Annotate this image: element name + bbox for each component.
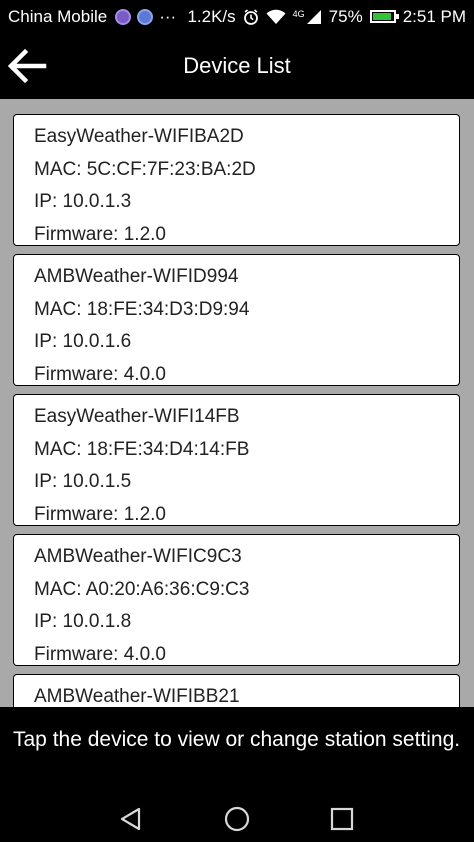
device-mac: MAC: A0:20:A6:36:C9:C3 [34, 578, 250, 600]
device-item[interactable]: AMBWeather-WIFID994 MAC: 18:FE:34:D3:D9:… [13, 254, 460, 386]
device-mac: MAC: 18:FE:34:D3:D9:94 [34, 298, 250, 320]
device-ip: IP: 10.0.1.8 [34, 611, 132, 632]
battery-percent: 75% [328, 6, 363, 26]
network-speed: 1.2K/s [187, 6, 236, 26]
device-name: AMBWeather-WIFID994 [34, 266, 239, 287]
more-notifications-icon: ··· [159, 6, 177, 26]
triangle-back-icon [120, 807, 141, 831]
nav-recents-button[interactable] [328, 805, 356, 833]
device-firmware: Firmware: 1.2.0 [34, 503, 166, 525]
system-nav-bar [0, 794, 474, 842]
square-recents-icon [330, 807, 354, 831]
device-list[interactable]: EasyWeather-WIFIBA2D MAC: 5C:CF:7F:23:BA… [0, 99, 474, 707]
device-item[interactable]: EasyWeather-WIFIBA2D MAC: 5C:CF:7F:23:BA… [13, 114, 460, 246]
network-type-label: 4G [292, 8, 305, 19]
device-name: AMBWeather-WIFIC9C3 [34, 546, 242, 567]
alarm-icon [243, 8, 259, 25]
device-name: EasyWeather-WIFI14FB [34, 406, 240, 427]
device-ip: IP: 10.0.1.5 [34, 471, 132, 492]
nav-back-button[interactable] [117, 805, 145, 833]
device-mac: MAC: 18:FE:34:D4:14:FB [34, 438, 250, 460]
circle-home-icon [224, 806, 250, 832]
device-name: EasyWeather-WIFIBA2D [34, 126, 244, 147]
device-item[interactable]: AMBWeather-WIFIBB21 [13, 674, 460, 707]
carrier-name: China Mobile [8, 6, 108, 26]
device-firmware: Firmware: 4.0.0 [34, 363, 166, 385]
notification-app-icon-2 [137, 8, 154, 25]
device-name: AMBWeather-WIFIBB21 [34, 686, 240, 707]
device-ip: IP: 10.0.1.3 [34, 191, 132, 212]
battery-icon [369, 10, 399, 23]
status-bar: China Mobile ··· 1.2K/s 4G 75% 2:51 PM [0, 0, 474, 33]
device-firmware: Firmware: 1.2.0 [34, 223, 166, 245]
device-item[interactable]: AMBWeather-WIFIC9C3 MAC: A0:20:A6:36:C9:… [13, 534, 460, 666]
notification-app-icon [115, 8, 132, 25]
hint-text: Tap the device to view or change station… [0, 707, 474, 794]
page-title: Device List [183, 53, 291, 78]
device-mac: MAC: 5C:CF:7F:23:BA:2D [34, 158, 256, 180]
device-ip: IP: 10.0.1.6 [34, 331, 132, 352]
nav-home-button[interactable] [223, 805, 251, 833]
device-firmware: Firmware: 4.0.0 [34, 643, 166, 665]
clock-time: 2:51 PM [402, 6, 466, 26]
device-item[interactable]: EasyWeather-WIFI14FB MAC: 18:FE:34:D4:14… [13, 394, 460, 526]
wifi-icon [266, 9, 286, 25]
cellular-signal-icon: 4G [293, 9, 322, 25]
app-header: Device List [0, 33, 474, 99]
